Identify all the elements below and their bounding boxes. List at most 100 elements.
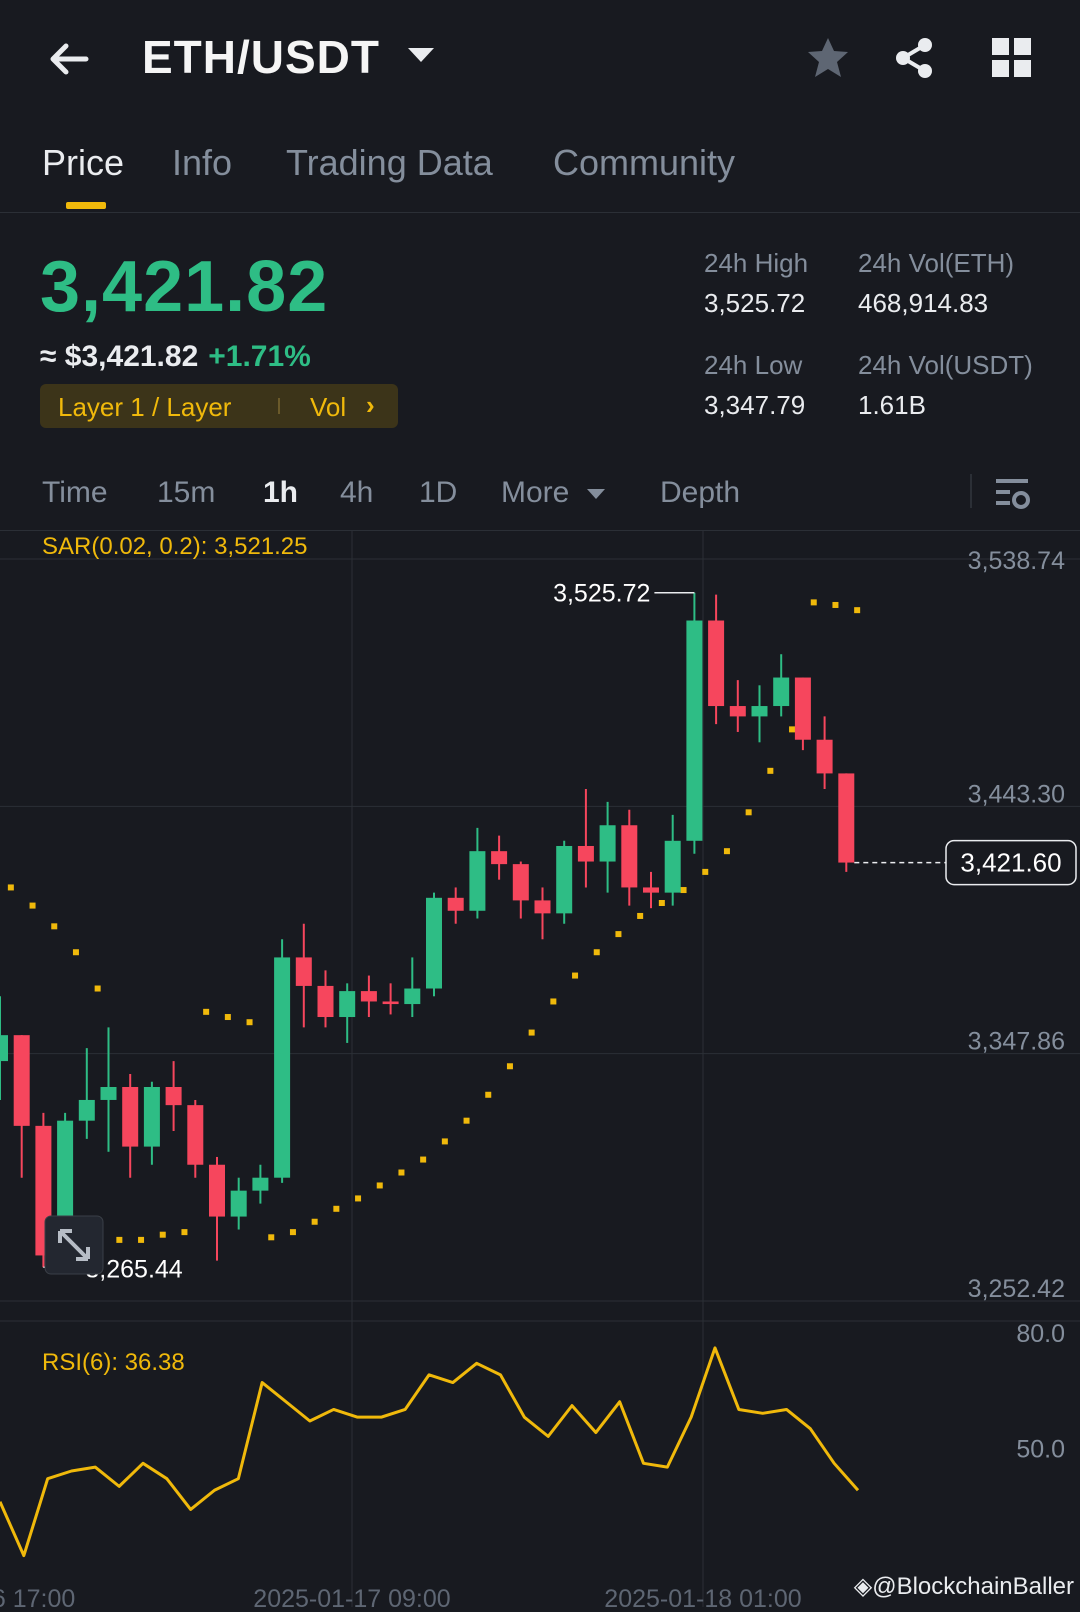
usd-price-row: ≈ $3,421.82 +1.71%: [40, 340, 311, 374]
tab-trading-data[interactable]: Trading Data: [286, 142, 493, 184]
tab-info[interactable]: Info: [172, 142, 232, 184]
sar-dot: [203, 1008, 210, 1015]
candle-body: [512, 864, 529, 901]
candle-body: [100, 1086, 117, 1100]
candle-body: [426, 897, 442, 989]
sar-dot: [702, 868, 709, 875]
last-price: 3,421.82: [40, 247, 329, 327]
sar-dot: [767, 767, 774, 774]
sar-dot: [506, 1063, 513, 1070]
rsi-line: [0, 1346, 860, 1558]
caret-down-icon[interactable]: [587, 489, 605, 499]
candle-body: [621, 825, 638, 888]
expand-icon[interactable]: [44, 1215, 104, 1275]
candle-body: [708, 620, 725, 707]
chart-settings-icon[interactable]: [994, 476, 1034, 514]
caret-down-icon[interactable]: [408, 48, 434, 62]
vol-base-label: 24h Vol(ETH): [858, 248, 1015, 278]
vol-quote-label: 24h Vol(USDT): [858, 350, 1033, 380]
tab-community[interactable]: Community: [553, 142, 735, 184]
candle-body: [13, 1035, 30, 1126]
sar-dot: [463, 1117, 470, 1124]
candle-body: [295, 957, 312, 986]
chart-area[interactable]: 3,538.74 3,443.30 3,347.86 3,252.42 3,525.72…: [0, 531, 1080, 1612]
sar-dot: [224, 1014, 231, 1021]
high-label: 24h High: [704, 248, 809, 278]
candle-body: [729, 706, 746, 717]
sar-dot: [723, 848, 730, 855]
tab-price[interactable]: Price: [42, 142, 124, 184]
candle-body: [0, 1035, 8, 1062]
star-icon[interactable]: [804, 34, 852, 82]
sar-dot: [680, 887, 687, 894]
top-bar: ETH/USDT: [0, 0, 1080, 120]
sar-dot: [485, 1091, 492, 1098]
sar-dot: [159, 1231, 166, 1238]
y-tick-label: 3,252.42: [968, 1275, 1065, 1303]
grid-icon[interactable]: [988, 34, 1036, 82]
candle-body: [122, 1086, 139, 1147]
tf-15m[interactable]: 15m: [157, 476, 215, 510]
candlestick-chart[interactable]: 3,538.74 3,443.30 3,347.86 3,252.42 3,525.72…: [0, 531, 1080, 1612]
chevron-right-icon: ›: [366, 390, 375, 420]
divider: [970, 474, 972, 508]
tag-vol: Vol: [310, 392, 347, 422]
sar-dot: [593, 949, 600, 956]
candle-body: [317, 985, 334, 1018]
tf-time[interactable]: Time: [42, 476, 108, 510]
candle-body: [773, 677, 790, 707]
candle-body: [230, 1190, 247, 1217]
sar-dot: [658, 899, 665, 906]
candle-body: [339, 991, 356, 1018]
pair-title[interactable]: ETH/USDT: [142, 30, 380, 84]
tf-more[interactable]: More: [501, 476, 569, 510]
candle-body: [252, 1177, 269, 1191]
candle-body: [643, 887, 659, 893]
sar-dot: [572, 972, 579, 979]
sar-dot: [550, 998, 557, 1005]
sar-dot: [615, 931, 622, 938]
tf-1h[interactable]: 1h: [263, 476, 298, 510]
sar-dot: [51, 923, 58, 930]
candle-body: [556, 845, 573, 914]
tab-bar: Price Info Trading Data Community: [0, 132, 1080, 213]
current-price-label: 3,421.60: [960, 848, 1061, 878]
watermark: ◈@BlockchainBaller: [853, 1573, 1074, 1600]
candle-body: [165, 1086, 182, 1106]
tf-depth[interactable]: Depth: [660, 476, 740, 510]
rsi-tick-label: 80.0: [1016, 1320, 1065, 1348]
tag-divider: [278, 398, 280, 414]
sar-dot: [311, 1218, 318, 1225]
sar-dot: [7, 884, 14, 891]
x-tick-label: 2025-01-18 01:00: [604, 1585, 801, 1607]
sar-label: SAR(0.02, 0.2): 3,521.25: [42, 533, 308, 560]
candle-body: [78, 1099, 95, 1121]
sar-dot: [246, 1019, 253, 1026]
candle-body: [751, 706, 768, 717]
sar-dot: [398, 1169, 405, 1176]
candle-body: [469, 851, 486, 911]
candle-body: [838, 773, 855, 863]
x-tick-label: 16 17:00: [0, 1585, 75, 1607]
candle-body: [794, 677, 811, 740]
y-tick-label: 3,347.86: [968, 1028, 1065, 1056]
candle-body: [664, 840, 681, 893]
vol-quote-value: 1.61B: [858, 390, 926, 420]
candle-body: [686, 620, 703, 841]
sar-dot: [116, 1236, 123, 1243]
sar-dot: [420, 1156, 427, 1163]
x-tick-label: 2025-01-17 09:00: [253, 1585, 450, 1607]
candle-body: [209, 1164, 225, 1217]
tf-1d[interactable]: 1D: [419, 476, 457, 510]
active-tab-indicator: [66, 202, 106, 209]
back-arrow-icon[interactable]: [44, 34, 94, 84]
sar-dot: [72, 949, 79, 956]
sar-dot: [789, 726, 796, 733]
vol-base-value: 468,914.83: [858, 288, 989, 318]
sar-dot: [138, 1236, 145, 1243]
candle-body: [447, 897, 464, 911]
sar-dot: [181, 1229, 188, 1236]
category-tag[interactable]: Layer 1 / Layer Vol ›: [40, 384, 398, 428]
tf-4h[interactable]: 4h: [340, 476, 373, 510]
share-icon[interactable]: [890, 34, 938, 82]
